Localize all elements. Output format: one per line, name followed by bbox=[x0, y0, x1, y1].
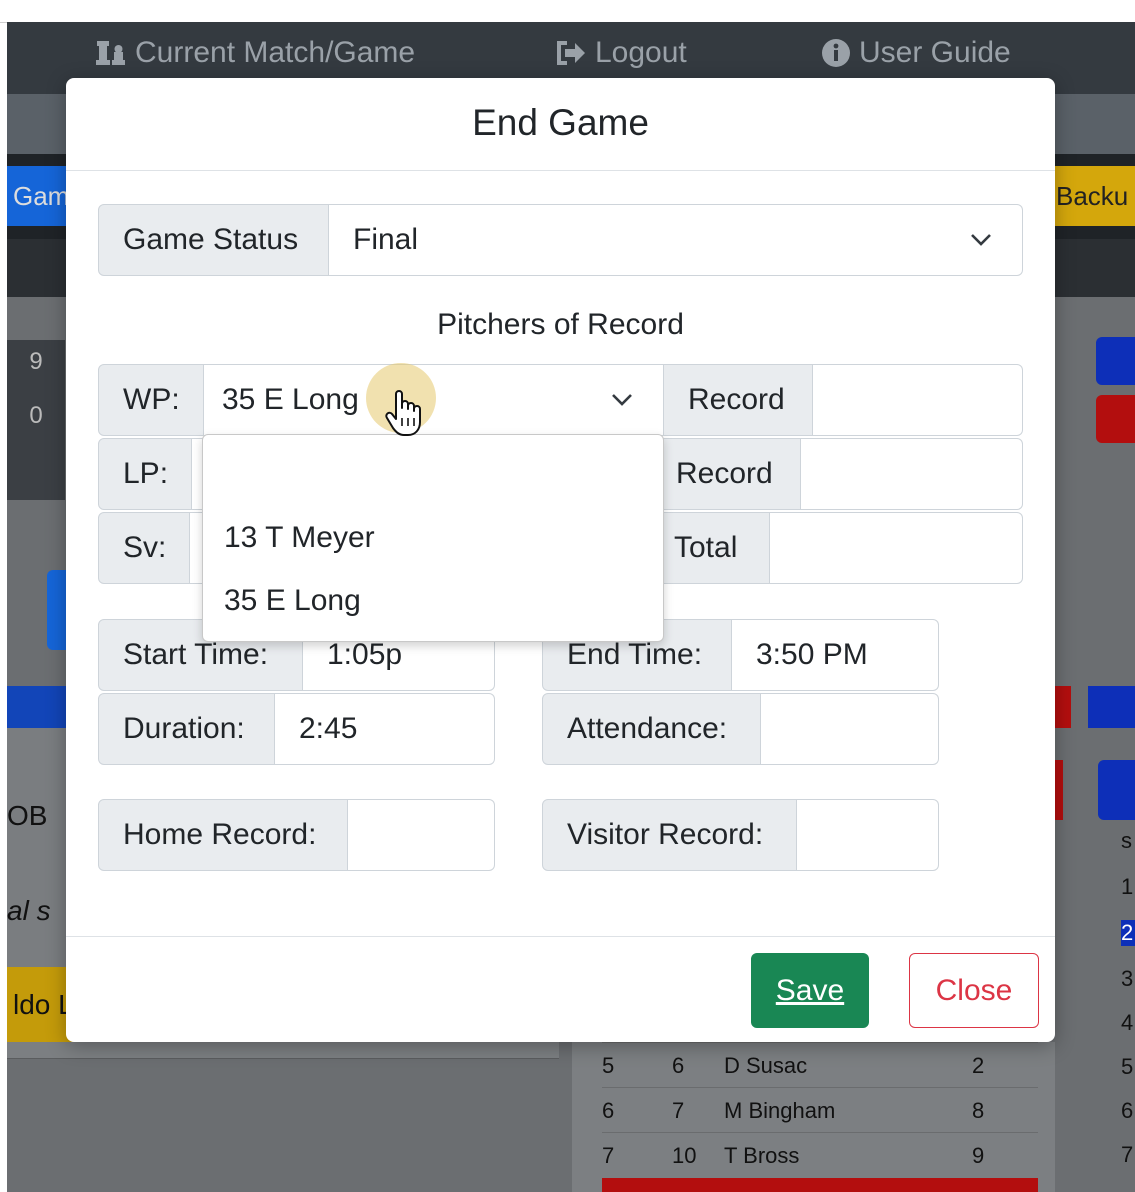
list-item: 7 bbox=[1121, 1142, 1134, 1167]
list-item: 3 bbox=[1121, 966, 1134, 991]
side-button-blue[interactable] bbox=[1096, 337, 1135, 385]
left-panel-text: al s bbox=[7, 895, 51, 926]
chevron-down-icon bbox=[971, 234, 991, 246]
table-cell-name: D Susac bbox=[724, 1053, 808, 1078]
table-cell-number: 6 bbox=[672, 1053, 685, 1078]
nav-logout[interactable]: Logout bbox=[555, 36, 687, 70]
list-item: 2 bbox=[1121, 920, 1135, 946]
table-cell-order: 7 bbox=[602, 1143, 615, 1168]
table-row: 7 10 T Bross 9 bbox=[602, 1132, 1038, 1177]
lp-record-input[interactable] bbox=[801, 438, 1023, 510]
red-panel-header bbox=[1055, 686, 1071, 728]
list-item: s bbox=[1121, 828, 1132, 853]
score-cell: 0 bbox=[29, 402, 43, 429]
duration-group: Duration: 2:45 bbox=[98, 693, 495, 765]
dropdown-option[interactable]: 35 E Long bbox=[224, 584, 361, 618]
visitor-record-group: Visitor Record: bbox=[542, 799, 939, 871]
left-card-bottom bbox=[7, 1042, 559, 1059]
game-status-value: Final bbox=[353, 223, 419, 256]
table-row: 6 7 M Bingham 8 bbox=[602, 1087, 1038, 1132]
game-status-select[interactable]: Final bbox=[329, 204, 1023, 276]
visitor-record-label: Visitor Record: bbox=[542, 799, 797, 871]
game-status-group: Game Status Final bbox=[98, 204, 1023, 276]
dropdown-option[interactable]: 13 T Meyer bbox=[224, 521, 375, 555]
end-time-input[interactable]: 3:50 PM bbox=[732, 619, 939, 691]
logout-icon bbox=[557, 41, 585, 65]
close-button[interactable]: Close bbox=[909, 953, 1039, 1028]
home-record-group: Home Record: bbox=[98, 799, 495, 871]
nav-current-match-label: Current Match/Game bbox=[135, 36, 416, 69]
roster-table: 5 6 D Susac 2 6 7 M Bingham 8 7 10 T Bro… bbox=[572, 1042, 1055, 1192]
blue-panel-button[interactable] bbox=[1098, 760, 1135, 820]
nav-user-guide[interactable]: User Guide bbox=[821, 36, 1011, 70]
nav-logout-label: Logout bbox=[595, 36, 687, 69]
scoreboard-column: 9 0 bbox=[7, 340, 65, 500]
modal-footer bbox=[66, 936, 1055, 1043]
table-cell-position: 8 bbox=[972, 1098, 985, 1123]
blue-panel-header bbox=[1088, 686, 1135, 728]
table-cell-position: 9 bbox=[972, 1143, 985, 1168]
table-cell-name: M Bingham bbox=[724, 1098, 836, 1123]
home-record-input[interactable] bbox=[348, 799, 495, 871]
end-game-modal: End Game Game Status Final Pitchers of R… bbox=[66, 78, 1055, 1042]
sv-label: Sv: bbox=[98, 512, 190, 584]
table-cell-number: 7 bbox=[672, 1098, 685, 1123]
table-cell-position: 2 bbox=[972, 1053, 985, 1078]
red-panel-button[interactable] bbox=[1055, 760, 1063, 820]
list-item: 4 bbox=[1121, 1010, 1134, 1035]
left-panel-text: OB bbox=[7, 800, 48, 831]
pitchers-title: Pitchers of Record bbox=[437, 308, 684, 341]
browser-top-edge bbox=[0, 0, 1135, 23]
table-cell-order: 5 bbox=[602, 1053, 615, 1078]
chess-icon bbox=[96, 41, 125, 65]
list-item: 5 bbox=[1121, 1054, 1134, 1079]
nav-user-guide-label: User Guide bbox=[859, 36, 1011, 69]
sv-total-label: Total bbox=[650, 512, 770, 584]
visitor-record-input[interactable] bbox=[797, 799, 939, 871]
lp-record-label: Record bbox=[652, 438, 801, 510]
wp-record-input[interactable] bbox=[813, 364, 1023, 436]
modal-title: End Game bbox=[472, 102, 649, 143]
table-row: 5 6 D Susac 2 bbox=[602, 1042, 1038, 1087]
attendance-input[interactable] bbox=[761, 693, 939, 765]
sv-total-input[interactable] bbox=[770, 512, 1023, 584]
info-icon bbox=[822, 39, 850, 67]
chevron-down-icon bbox=[612, 394, 632, 406]
wp-dropdown-list: 13 T Meyer 35 E Long bbox=[202, 434, 664, 642]
lp-label: LP: bbox=[98, 438, 192, 510]
wp-value: 35 E Long bbox=[222, 383, 359, 416]
modal-header: End Game bbox=[66, 78, 1055, 171]
table-cell-order: 6 bbox=[602, 1098, 615, 1123]
roster-highlight-row bbox=[602, 1178, 1038, 1192]
wp-label: WP: bbox=[98, 364, 204, 436]
list-item: 6 bbox=[1121, 1098, 1134, 1123]
hand-cursor-icon bbox=[385, 390, 421, 436]
nav-current-match[interactable]: Current Match/Game bbox=[93, 36, 415, 70]
table-cell-name: T Bross bbox=[724, 1143, 800, 1168]
duration-input[interactable]: 2:45 bbox=[275, 693, 495, 765]
save-button[interactable]: Save bbox=[751, 953, 869, 1028]
wp-group: WP: 35 E Long Record bbox=[98, 364, 1023, 436]
attendance-label: Attendance: bbox=[542, 693, 761, 765]
duration-label: Duration: bbox=[98, 693, 275, 765]
side-button-red[interactable] bbox=[1096, 395, 1135, 443]
home-record-label: Home Record: bbox=[98, 799, 348, 871]
list-item: 1 bbox=[1121, 874, 1134, 899]
attendance-group: Attendance: bbox=[542, 693, 939, 765]
table-cell-number: 10 bbox=[672, 1143, 697, 1168]
wp-record-label: Record bbox=[664, 364, 813, 436]
score-cell: 9 bbox=[29, 348, 43, 375]
dropdown-option-empty[interactable] bbox=[224, 453, 624, 493]
game-status-label: Game Status bbox=[98, 204, 329, 276]
